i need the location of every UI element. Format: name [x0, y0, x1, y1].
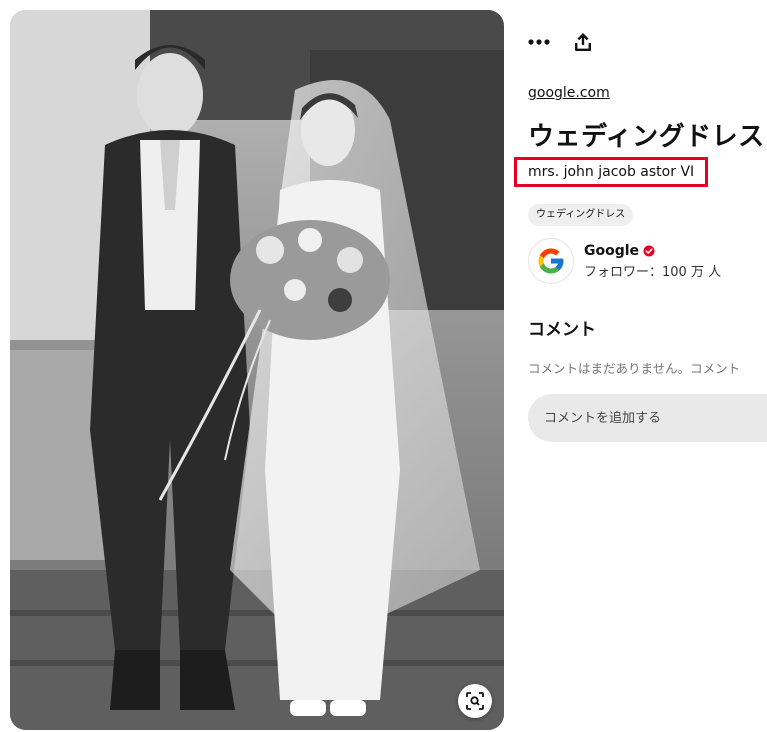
share-button[interactable]	[574, 32, 592, 52]
comments-empty-text: コメントはまだありません。コメント	[528, 361, 741, 376]
follower-count: フォロワー：100 万 人	[584, 264, 722, 280]
pin-image[interactable]	[10, 10, 504, 730]
more-options-button[interactable]	[528, 38, 550, 46]
google-logo-icon	[538, 248, 564, 274]
wedding-photo	[10, 10, 504, 730]
tag-chip[interactable]: ウェディングドレス	[528, 204, 634, 226]
author-info: Google フォロワー：100 万 人	[584, 243, 721, 280]
pin-description: mrs. john jacob astor VI	[528, 164, 695, 180]
lens-scan-icon	[466, 692, 484, 710]
pin-title: ウェディングドレス	[528, 122, 765, 152]
verified-badge-icon	[643, 245, 655, 256]
more-horizontal-icon	[528, 39, 550, 45]
avatar[interactable]	[528, 238, 574, 284]
author-name-row: Google	[584, 243, 721, 259]
visual-search-button[interactable]	[458, 684, 492, 718]
comments-heading: コメント	[528, 320, 596, 340]
pin-toolbar	[528, 32, 592, 52]
author-name[interactable]: Google	[584, 243, 639, 259]
share-upload-icon	[575, 33, 591, 51]
author-row: Google フォロワー：100 万 人	[528, 238, 721, 284]
source-link[interactable]: google.com	[528, 85, 610, 101]
comment-input[interactable]	[528, 394, 767, 442]
